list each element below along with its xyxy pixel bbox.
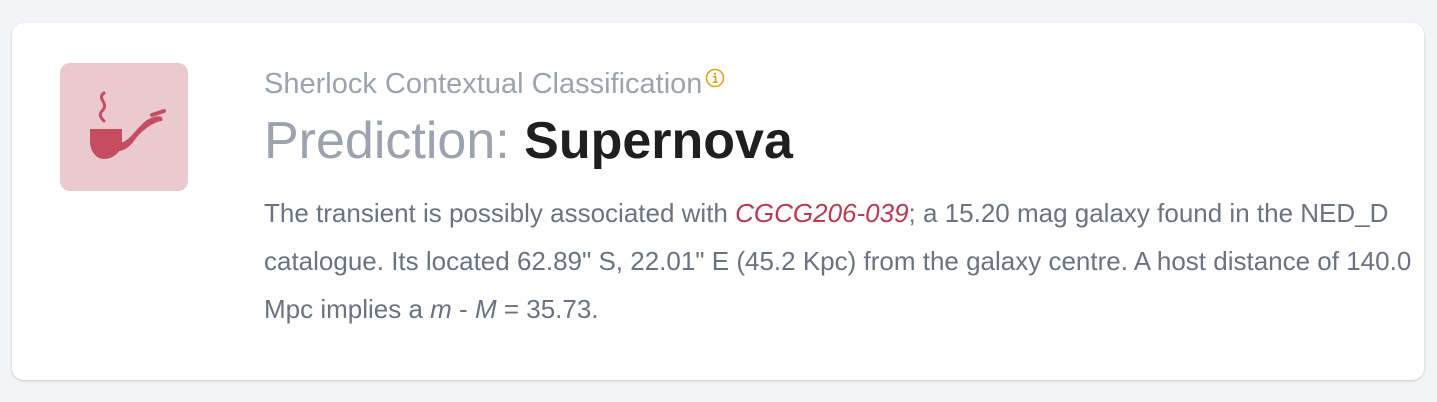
prediction-heading: Prediction: Supernova [264, 111, 1404, 171]
math-M: M [474, 294, 497, 324]
info-icon[interactable] [705, 68, 725, 88]
distance-modulus: = 35.73. [496, 294, 599, 324]
subtitle-row: Sherlock Contextual Classification [264, 65, 1404, 103]
prediction-value: Supernova [524, 112, 793, 170]
math-m: m [430, 294, 452, 324]
prediction-label: Prediction: [264, 112, 525, 170]
description-text-1: The transient is possibly associated wit… [264, 198, 736, 228]
sherlock-classification-card: Sherlock Contextual Classification Predi… [12, 23, 1424, 380]
pipe-icon [90, 91, 166, 159]
card-subtitle: Sherlock Contextual Classification [264, 68, 703, 100]
classification-content: Sherlock Contextual Classification Predi… [264, 65, 1411, 333]
host-galaxy-link[interactable]: CGCG206-039 [735, 198, 908, 228]
classification-description: The transient is possibly associated wit… [264, 189, 1414, 333]
math-separator: - [451, 294, 475, 324]
pipe-icon-tile [60, 63, 188, 191]
